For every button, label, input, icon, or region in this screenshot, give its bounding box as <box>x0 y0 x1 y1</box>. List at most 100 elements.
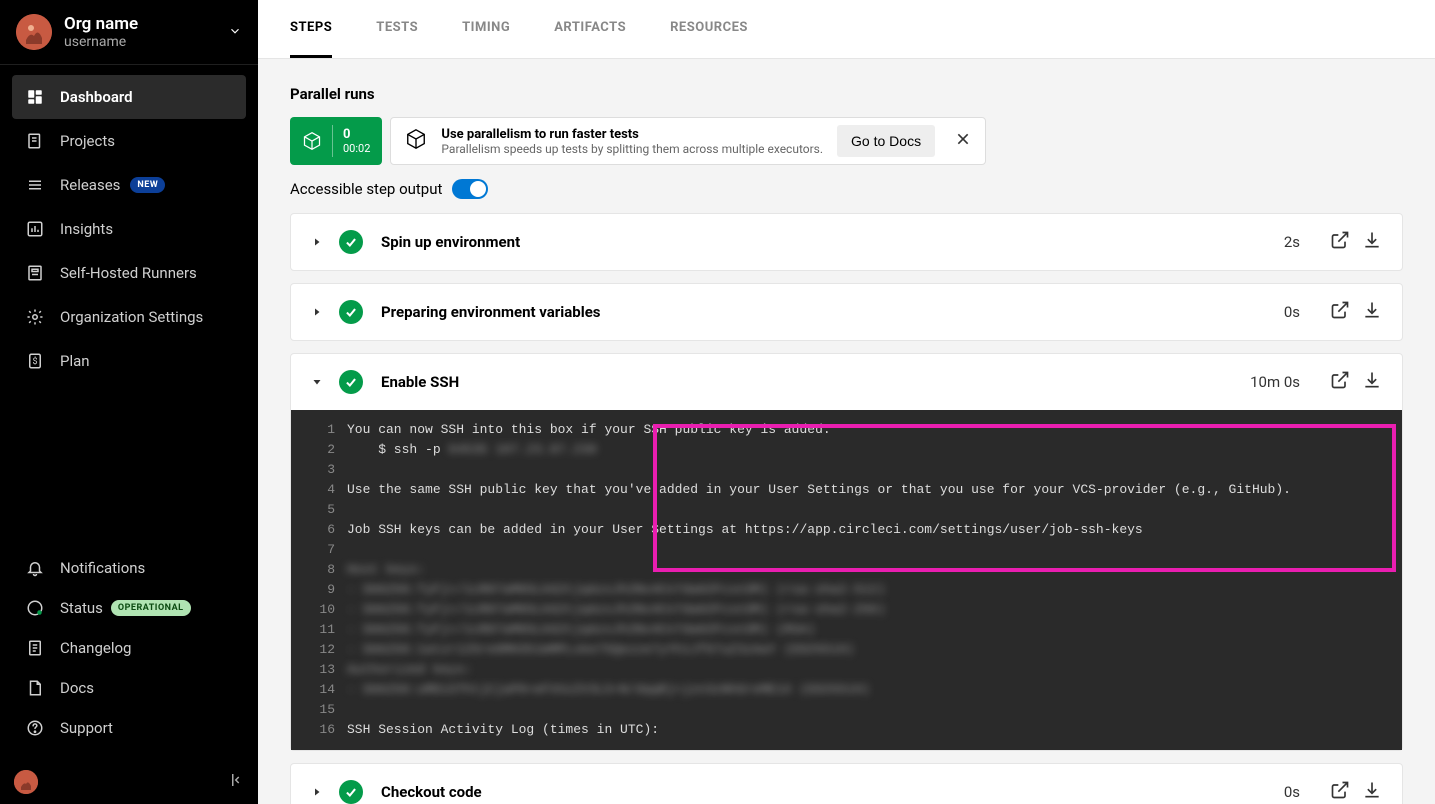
nav-item-support[interactable]: Support <box>12 708 246 748</box>
section-title: Parallel runs <box>290 85 1403 103</box>
line-number: 8 <box>307 560 347 580</box>
go-to-docs-button[interactable]: Go to Docs <box>837 125 935 157</box>
nav-label: Notifications <box>60 559 145 577</box>
nav-item-insights[interactable]: Insights <box>12 207 246 251</box>
step-header[interactable]: Checkout code 0s <box>291 764 1402 804</box>
line-number: 16 <box>307 720 347 740</box>
expand-icon <box>311 373 323 392</box>
nav-item-status[interactable]: StatusOPERATIONAL <box>12 588 246 628</box>
console-line: 8Host keys: <box>291 560 1402 580</box>
main-content: STEPS TESTS TIMING ARTIFACTS RESOURCES Paral… <box>258 0 1435 804</box>
line-number: 2 <box>307 440 347 460</box>
cube-icon <box>302 131 322 151</box>
success-icon <box>339 230 363 254</box>
step-header[interactable]: Preparing environment variables 0s <box>291 284 1402 340</box>
open-external-button[interactable] <box>1330 780 1350 804</box>
line-content: - SHA256:TyFj=/1cR07aM0SLkG2tjqAzsJh2Nv4… <box>347 600 1386 620</box>
username: username <box>64 34 228 50</box>
download-button[interactable] <box>1362 780 1382 804</box>
org-text: Org name username <box>64 14 228 50</box>
line-content: - SHA256:TyFj=/1cR07aM0SLkG2tjqAzsJh2Nv4… <box>347 580 1386 600</box>
tab-steps[interactable]: STEPS <box>290 0 332 58</box>
line-content <box>347 700 1386 720</box>
step-card: Checkout code 0s <box>290 763 1403 804</box>
step-duration: 10m 0s <box>1250 373 1300 391</box>
nav-label: Dashboard <box>60 88 133 106</box>
tab-timing[interactable]: TIMING <box>462 0 510 58</box>
nav-item-plan[interactable]: $ Plan <box>12 339 246 383</box>
console-output: 1You can now SSH into this box if your S… <box>291 410 1402 750</box>
tabs: STEPS TESTS TIMING ARTIFACTS RESOURCES <box>258 0 1435 59</box>
line-number: 10 <box>307 600 347 620</box>
console-line: 16SSH Session Activity Log (times in UTC… <box>291 720 1402 740</box>
parallel-count: 0 <box>343 127 370 143</box>
line-number: 5 <box>307 500 347 520</box>
console-line: 5 <box>291 500 1402 520</box>
console-line: 7 <box>291 540 1402 560</box>
line-content <box>347 460 1386 480</box>
settings-icon <box>26 308 44 326</box>
line-content: Use the same SSH public key that you've … <box>347 480 1386 500</box>
line-content: - SHA256:1atzr125re0MH351mMPLske75Qezze7… <box>347 640 1386 660</box>
close-banner-button[interactable] <box>949 125 977 157</box>
expand-icon <box>311 233 323 252</box>
line-content: SSH Session Activity Log (times in UTC): <box>347 720 1386 740</box>
step-header[interactable]: Enable SSH 10m 0s <box>291 354 1402 410</box>
download-button[interactable] <box>1362 230 1382 254</box>
tab-artifacts[interactable]: ARTIFACTS <box>554 0 626 58</box>
nav-item-organization-settings[interactable]: Organization Settings <box>12 295 246 339</box>
expand-icon <box>311 303 323 322</box>
nav-item-dashboard[interactable]: Dashboard <box>12 75 246 119</box>
nav-item-changelog[interactable]: Changelog <box>12 628 246 668</box>
line-number: 1 <box>307 420 347 440</box>
step-title: Spin up environment <box>381 233 1284 251</box>
plan-icon: $ <box>26 352 44 370</box>
banner-subtitle: Parallelism speeds up tests by splitting… <box>441 142 823 156</box>
success-icon <box>339 780 363 804</box>
open-external-button[interactable] <box>1330 300 1350 324</box>
org-avatar <box>16 14 52 50</box>
tab-resources[interactable]: RESOURCES <box>670 0 748 58</box>
console-line: 13Authorized keys: <box>291 660 1402 680</box>
bell-icon <box>26 559 44 577</box>
line-number: 13 <box>307 660 347 680</box>
svg-text:$: $ <box>32 356 37 367</box>
line-content: - SHA256:TyFj=/1cR07aM0SLkG2tjqAzsJh2Nv4… <box>347 620 1386 640</box>
console-line: 6Job SSH keys can be added in your User … <box>291 520 1402 540</box>
step-card: Spin up environment 2s <box>290 213 1403 271</box>
open-external-button[interactable] <box>1330 230 1350 254</box>
nav-item-notifications[interactable]: Notifications <box>12 548 246 588</box>
nav-item-docs[interactable]: Docs <box>12 668 246 708</box>
status-icon <box>26 599 44 617</box>
changelog-icon <box>26 639 44 657</box>
console-line: 11- SHA256:TyFj=/1cR07aM0SLkG2tjqAzsJh2N… <box>291 620 1402 640</box>
nav-item-self-hosted-runners[interactable]: Self-Hosted Runners <box>12 251 246 295</box>
line-number: 11 <box>307 620 347 640</box>
nav-label: Organization Settings <box>60 308 203 326</box>
nav-item-releases[interactable]: ReleasesNEW <box>12 163 246 207</box>
download-button[interactable] <box>1362 370 1382 394</box>
line-content: - SHA256:uMDiSThtjCjaP0=eFXXzZV3L5+N/dqq… <box>347 680 1386 700</box>
insights-icon <box>26 220 44 238</box>
accessible-output-toggle[interactable] <box>452 179 488 199</box>
user-avatar[interactable] <box>14 770 38 794</box>
step-header[interactable]: Spin up environment 2s <box>291 214 1402 270</box>
org-switcher[interactable]: Org name username <box>0 0 258 65</box>
nav-item-projects[interactable]: Projects <box>12 119 246 163</box>
docs-icon <box>26 679 44 697</box>
banner-title: Use parallelism to run faster tests <box>441 127 823 142</box>
nav-label: Changelog <box>60 639 131 657</box>
nav-label: Plan <box>60 352 90 370</box>
nav-main: Dashboard ProjectsReleasesNEWInsightsSelf… <box>0 65 258 393</box>
collapse-sidebar-button[interactable] <box>226 771 244 793</box>
tab-tests[interactable]: TESTS <box>376 0 418 58</box>
download-button[interactable] <box>1362 300 1382 324</box>
open-external-button[interactable] <box>1330 370 1350 394</box>
parallel-run-badge[interactable]: 0 00:02 <box>290 117 382 165</box>
badge: OPERATIONAL <box>111 600 191 616</box>
console-line: 9- SHA256:TyFj=/1cR07aM0SLkG2tjqAzsJh2Nv… <box>291 580 1402 600</box>
step-card: Enable SSH 10m 0s 1You can now SSH into … <box>290 353 1403 751</box>
line-number: 15 <box>307 700 347 720</box>
step-title: Checkout code <box>381 783 1284 801</box>
toggle-label: Accessible step output <box>290 180 442 198</box>
